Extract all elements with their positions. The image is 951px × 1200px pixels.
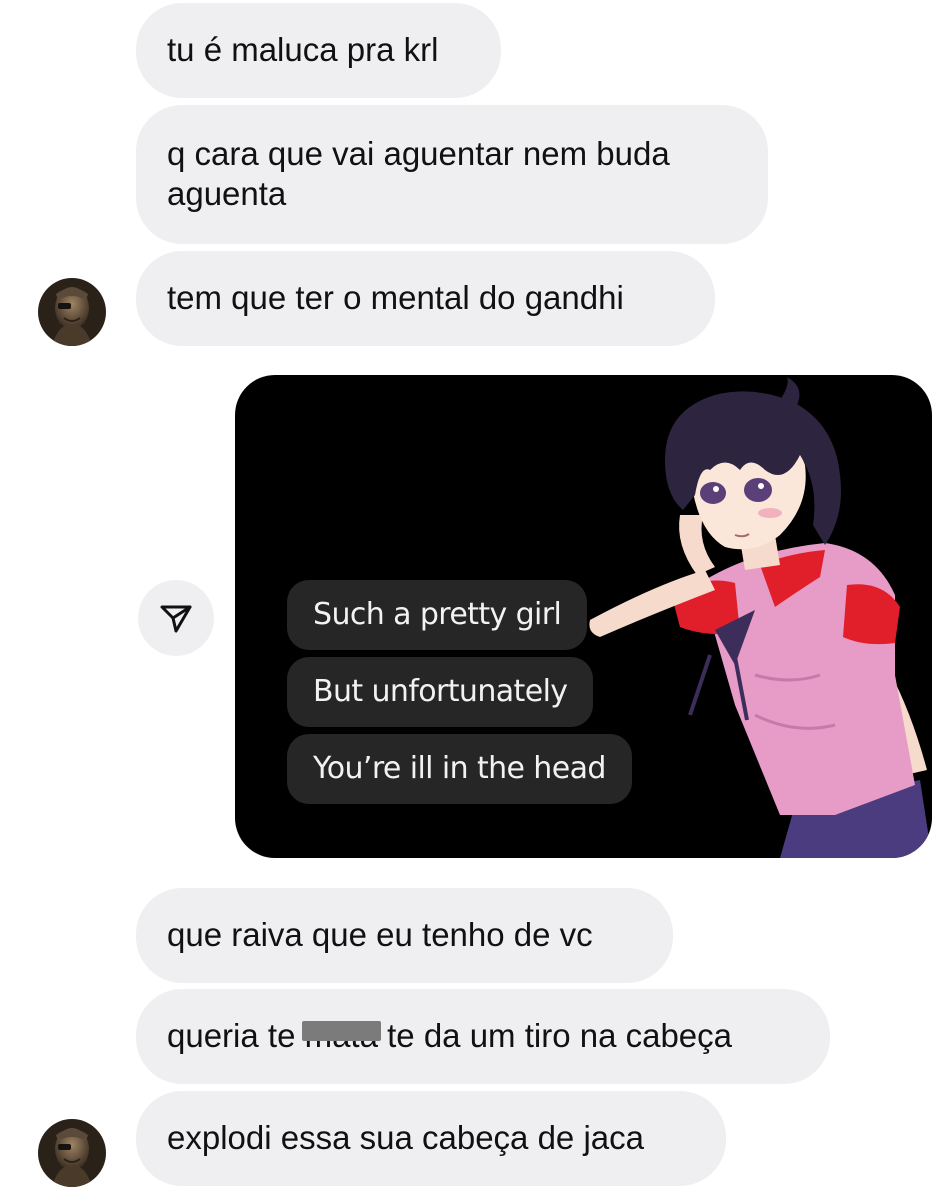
message-bubble[interactable]: q cara que vai aguentar nem buda aguenta (136, 105, 768, 244)
message-text: tu é maluca pra krl (167, 31, 439, 68)
shared-image-message[interactable]: Such a pretty girl But unfortunately You… (235, 375, 932, 858)
message-bubble[interactable]: que raiva que eu tenho de vc (136, 888, 673, 983)
caption-text: Such a pretty girl (313, 597, 562, 632)
share-button[interactable] (138, 580, 214, 656)
message-text: tem que ter o mental do gandhi (167, 279, 624, 316)
message-text: q cara que vai aguentar nem buda aguenta (167, 135, 670, 212)
caption-text: You’re ill in the head (313, 751, 606, 786)
message-bubble[interactable]: tem que ter o mental do gandhi (136, 251, 715, 346)
image-caption-line: You’re ill in the head (287, 734, 632, 804)
image-caption-line: But unfortunately (287, 657, 594, 727)
avatar-image (38, 278, 106, 346)
message-text: que raiva que eu tenho de vc (167, 916, 593, 953)
sender-avatar[interactable] (38, 1119, 106, 1187)
message-bubble[interactable]: tu é maluca pra krl (136, 3, 501, 98)
sender-avatar[interactable] (38, 278, 106, 346)
chat-thread: tu é maluca pra krl q cara que vai aguen… (0, 0, 951, 1200)
message-text: queria te (167, 1017, 305, 1054)
message-text: explodi essa sua cabeça de jaca (167, 1119, 644, 1156)
message-text: te da um tiro na cabeça (377, 1017, 733, 1054)
censor-bar (301, 1021, 381, 1041)
message-bubble[interactable]: explodi essa sua cabeça de jaca (136, 1091, 726, 1186)
caption-text: But unfortunately (313, 674, 568, 709)
message-bubble[interactable]: queria te mata te da um tiro na cabeça (136, 989, 830, 1084)
censored-word: mata (301, 1016, 381, 1056)
paper-plane-icon (160, 605, 192, 633)
image-caption-line: Such a pretty girl (287, 580, 588, 650)
avatar-image (38, 1119, 106, 1187)
